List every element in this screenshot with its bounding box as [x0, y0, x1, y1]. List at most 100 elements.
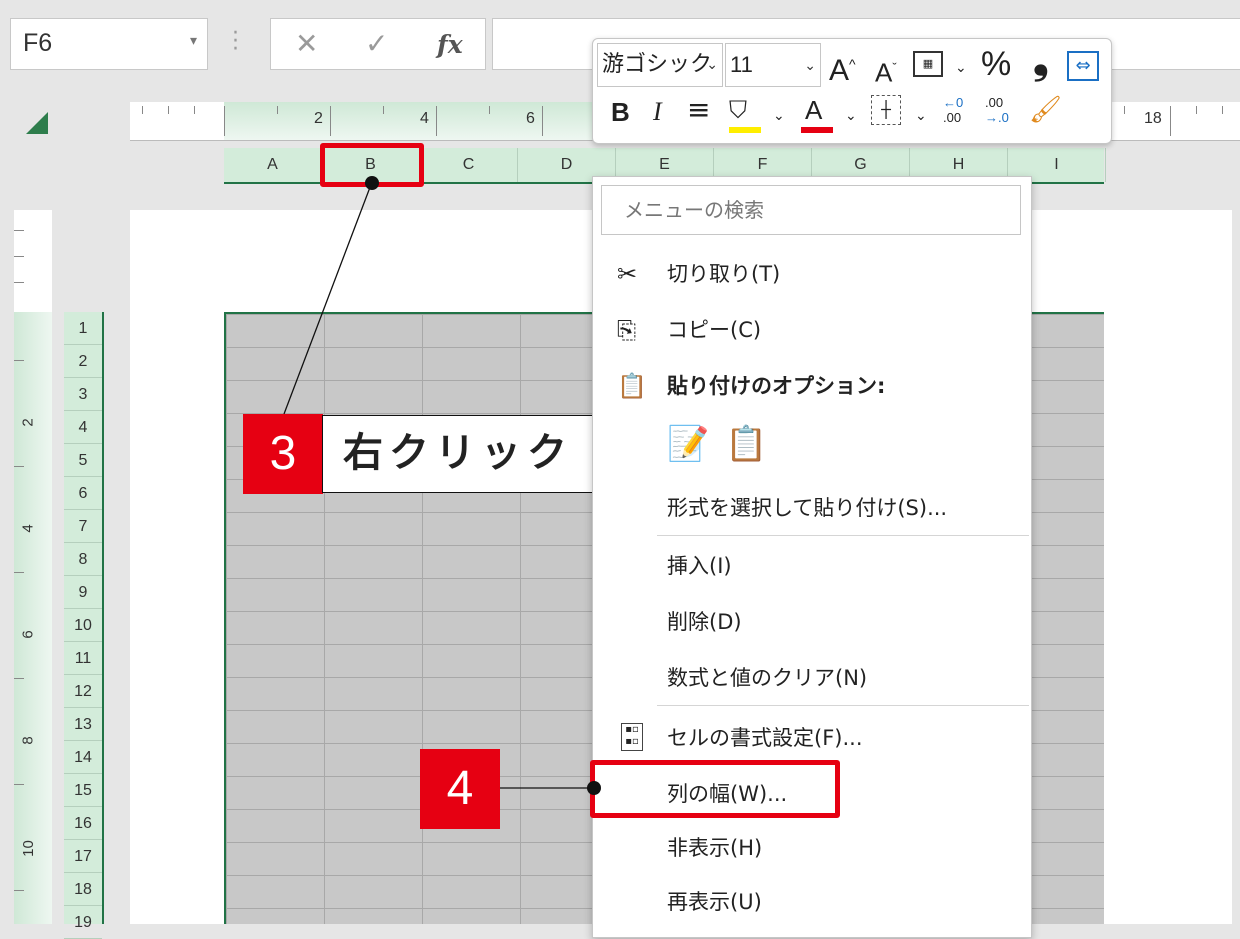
- decrease-font-icon: A: [875, 57, 893, 88]
- align-center-icon[interactable]: ≡: [687, 95, 710, 125]
- row-header[interactable]: 6: [64, 477, 102, 510]
- drag-handle-icon[interactable]: · · ·: [232, 23, 239, 61]
- enter-icon[interactable]: ✓: [365, 27, 388, 60]
- menu-item-clear[interactable]: 数式と値のクリア(N): [593, 653, 1029, 703]
- row-header[interactable]: 4: [64, 411, 102, 444]
- cancel-icon[interactable]: ✕: [295, 27, 318, 60]
- formula-buttons: ✕ ✓ fx: [270, 18, 486, 70]
- context-menu: メニューの検索 ✂ 切り取り(T) ⎘ コピー(C) 📋 貼り付けのオプション:…: [592, 176, 1032, 938]
- chevron-down-icon[interactable]: ⌄: [773, 101, 785, 131]
- insert-function-button[interactable]: fx: [437, 30, 463, 59]
- menu-item-unhide[interactable]: 再表示(U): [593, 877, 1029, 927]
- increase-font-size-button[interactable]: A^: [829, 49, 856, 86]
- highlight-column-width: [590, 760, 840, 818]
- menu-item-label: 形式を選択して貼り付け(S)...: [667, 496, 948, 520]
- menu-item-copy[interactable]: ⎘ コピー(C): [593, 305, 1029, 355]
- font-color-icon: A: [805, 95, 823, 125]
- percent-style-button[interactable]: %: [981, 47, 1011, 81]
- italic-button[interactable]: I: [653, 97, 662, 127]
- step-3-label: 右クリック: [322, 415, 629, 493]
- chevron-down-icon[interactable]: ⌄: [955, 53, 967, 83]
- row-header[interactable]: 7: [64, 510, 102, 543]
- menu-item-cut[interactable]: ✂ 切り取り(T): [593, 249, 1029, 299]
- row-header[interactable]: 14: [64, 741, 102, 774]
- chevron-down-icon: ⌄: [804, 57, 816, 73]
- menu-header-paste-options: 📋 貼り付けのオプション:: [593, 361, 1029, 411]
- font-size-value: 11: [730, 52, 753, 77]
- menu-item-delete[interactable]: 削除(D): [593, 597, 1029, 647]
- ruler-label: 6: [526, 110, 535, 127]
- row-header[interactable]: 18: [64, 873, 102, 906]
- row-header[interactable]: 8: [64, 543, 102, 576]
- row-header[interactable]: 16: [64, 807, 102, 840]
- ruler-label: 18: [1144, 110, 1162, 127]
- menu-item-label: 再表示(U): [667, 890, 762, 914]
- row-header[interactable]: 15: [64, 774, 102, 807]
- font-size-select[interactable]: 11 ⌄: [725, 43, 821, 87]
- row-header[interactable]: 9: [64, 576, 102, 609]
- row-header[interactable]: 1: [64, 312, 102, 345]
- menu-item-label: 削除(D): [667, 610, 742, 634]
- format-painter-icon[interactable]: 🖌: [1029, 95, 1062, 125]
- menu-separator: [657, 535, 1029, 536]
- menu-item-format-cells[interactable]: ▪▫ ▪▫ セルの書式設定(F)...: [593, 713, 1029, 763]
- name-box[interactable]: F6 ▾: [10, 18, 208, 70]
- paste-icon[interactable]: 📋: [725, 421, 767, 467]
- fill-color-icon[interactable]: ⛉: [729, 95, 761, 133]
- cell-styles-icon[interactable]: ▦: [913, 51, 943, 77]
- row-header[interactable]: 11: [64, 642, 102, 675]
- increase-decimal-button[interactable]: ←0.00: [943, 95, 963, 125]
- comma-style-button[interactable]: ❟: [1033, 40, 1049, 80]
- menu-separator: [657, 705, 1029, 706]
- row-header[interactable]: 12: [64, 675, 102, 708]
- increase-decimal-icon: ←0: [943, 95, 964, 110]
- font-name-value: 游ゴシック: [602, 52, 713, 77]
- merge-center-icon[interactable]: ⇔: [1067, 51, 1099, 81]
- column-header-a[interactable]: A: [224, 148, 322, 182]
- menu-item-label: 貼り付けのオプション:: [667, 374, 886, 398]
- menu-item-label: 挿入(I): [667, 554, 732, 578]
- chevron-down-icon[interactable]: ▾: [190, 33, 197, 49]
- menu-item-label: 非表示(H): [667, 836, 763, 860]
- vertical-ruler-ticks: 2 4 6 8 10: [14, 210, 52, 924]
- row-header[interactable]: 13: [64, 708, 102, 741]
- column-header-c[interactable]: C: [420, 148, 518, 182]
- row-header[interactable]: 17: [64, 840, 102, 873]
- name-box-value: F6: [23, 29, 53, 57]
- menu-item-paste-special[interactable]: 形式を選択して貼り付け(S)...: [593, 483, 1029, 533]
- chevron-down-icon[interactable]: ⌄: [845, 101, 857, 131]
- vruler-label: 4: [19, 524, 37, 533]
- row-header[interactable]: 3: [64, 378, 102, 411]
- chevron-down-icon[interactable]: ⌄: [915, 101, 927, 131]
- menu-item-label: セルの書式設定(F)...: [667, 726, 863, 750]
- scissors-icon: ✂: [617, 260, 638, 288]
- chevron-down-icon: ⌄: [706, 57, 718, 73]
- paste-formatting-icon[interactable]: 📝: [667, 421, 709, 467]
- bold-button[interactable]: B: [611, 97, 630, 127]
- font-name-select[interactable]: 游ゴシック ⌄: [597, 43, 723, 87]
- ruler-label: 2: [314, 110, 323, 127]
- row-header[interactable]: 5: [64, 444, 102, 477]
- callout-3-dot: [365, 176, 379, 190]
- row-headers: 1 2 3 4 5 6 7 8 9 10 11 12 13 14 15 16 1…: [64, 312, 104, 939]
- menu-item-hide[interactable]: 非表示(H): [593, 823, 1029, 873]
- borders-icon[interactable]: ┼: [871, 95, 901, 125]
- font-color-button[interactable]: A: [801, 95, 833, 133]
- menu-item-label: 切り取り(T): [667, 262, 781, 286]
- increase-font-icon: A: [829, 54, 850, 87]
- vruler-label: 8: [19, 736, 37, 745]
- decrease-decimal-button[interactable]: .00 →.0: [985, 95, 1009, 125]
- menu-item-insert[interactable]: 挿入(I): [593, 541, 1029, 591]
- decrease-decimal-label: →.0: [985, 110, 1009, 125]
- increase-decimal-label: .00: [943, 110, 962, 125]
- menu-search-input[interactable]: メニューの検索: [601, 185, 1021, 235]
- row-header[interactable]: 2: [64, 345, 102, 378]
- row-header[interactable]: 10: [64, 609, 102, 642]
- callout-4-dot: [587, 781, 601, 795]
- vruler-label: 10: [19, 840, 37, 857]
- row-header[interactable]: 19: [64, 906, 102, 939]
- select-all-button[interactable]: [26, 112, 48, 134]
- decrease-font-size-button[interactable]: Aˇ: [875, 53, 897, 88]
- menu-item-label: 数式と値のクリア(N): [667, 666, 868, 690]
- decrease-decimal-icon: .00: [985, 95, 1004, 110]
